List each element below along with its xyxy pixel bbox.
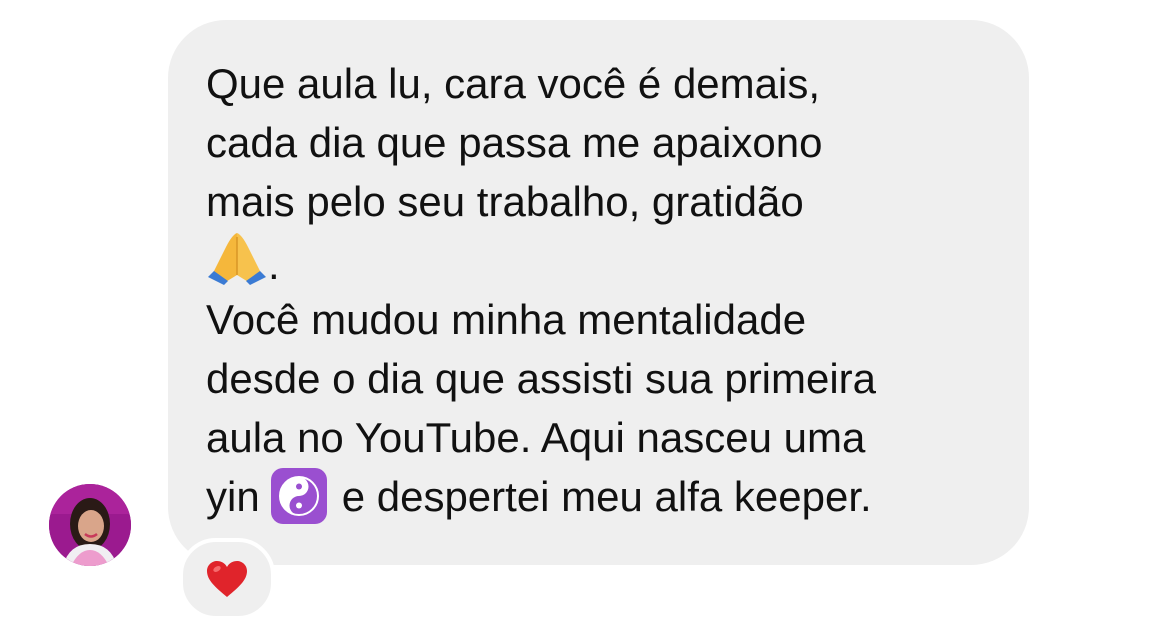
message-line: e despertei meu alfa keeper. (341, 473, 872, 520)
message-line: . (268, 241, 280, 288)
message-bubble[interactable]: Que aula lu, cara você é demais, cada di… (168, 20, 1029, 565)
avatar-photo (49, 484, 131, 566)
message-line: Que aula lu, cara você é demais, (206, 60, 821, 107)
message-line: mais pelo seu trabalho, gratidão (206, 178, 804, 225)
message-line: yin (206, 473, 260, 520)
folded-hands-emoji (208, 233, 266, 285)
message-line: aula no YouTube. Aqui nasceu uma (206, 414, 866, 461)
message-line-with-emoji: yin e despertei meu alfa keeper. (206, 467, 1006, 526)
message-line-with-emoji: . (206, 231, 1006, 290)
message-line: cada dia que passa me apaixono (206, 119, 823, 166)
sender-avatar[interactable] (49, 484, 131, 566)
message-line: Você mudou minha mentalidade (206, 296, 807, 343)
message-text: Que aula lu, cara você é demais, cada di… (206, 54, 1006, 526)
message-line: desde o dia que assisti sua primeira (206, 355, 877, 402)
red-heart-icon (207, 561, 247, 597)
reaction-badge[interactable] (179, 538, 275, 620)
yin-yang-emoji (270, 468, 327, 524)
